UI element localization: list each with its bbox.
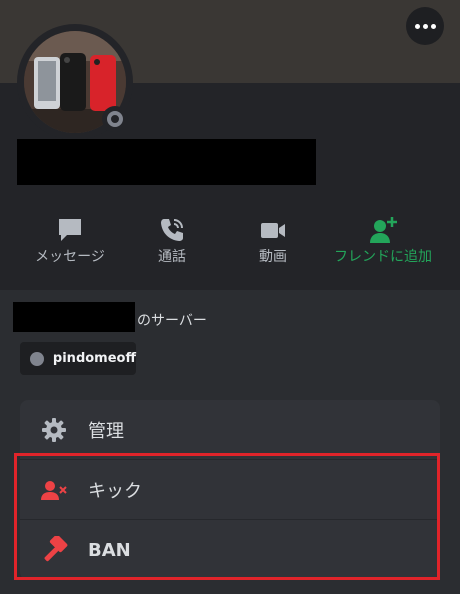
- video-button[interactable]: 動画: [223, 210, 323, 270]
- video-icon: [261, 223, 285, 238]
- highlight-box: [14, 453, 440, 580]
- server-heading: のサーバー: [137, 313, 207, 329]
- video-label: 動画: [259, 249, 287, 265]
- call-label: 通話: [158, 249, 186, 265]
- server-chip[interactable]: pindomeoff: [20, 342, 136, 375]
- server-dot-icon: [30, 351, 44, 366]
- profile-actions: メッセージ 通話 動画 フレンドに追加: [0, 210, 460, 270]
- more-icon-dot: [430, 23, 436, 29]
- phone-icon: [161, 219, 183, 241]
- redacted-username: [17, 139, 316, 185]
- message-icon: [59, 219, 81, 241]
- more-icon-dot: [422, 23, 428, 29]
- redacted-server-owner: [13, 302, 135, 332]
- add-friend-icon: [370, 217, 397, 243]
- call-button[interactable]: 通話: [122, 210, 222, 270]
- gear-icon: [42, 418, 66, 442]
- more-icon: [414, 23, 420, 29]
- manage-label: 管理: [88, 421, 124, 442]
- offline-status-icon: [107, 111, 123, 127]
- message-button[interactable]: メッセージ: [20, 210, 120, 270]
- more-options-button[interactable]: [406, 7, 444, 45]
- message-label: メッセージ: [35, 249, 105, 265]
- add-friend-label: フレンドに追加: [334, 249, 432, 265]
- manage-menu-item[interactable]: 管理: [20, 400, 440, 460]
- add-friend-button[interactable]: フレンドに追加: [333, 210, 433, 270]
- server-chip-label: pindomeoff: [52, 351, 136, 366]
